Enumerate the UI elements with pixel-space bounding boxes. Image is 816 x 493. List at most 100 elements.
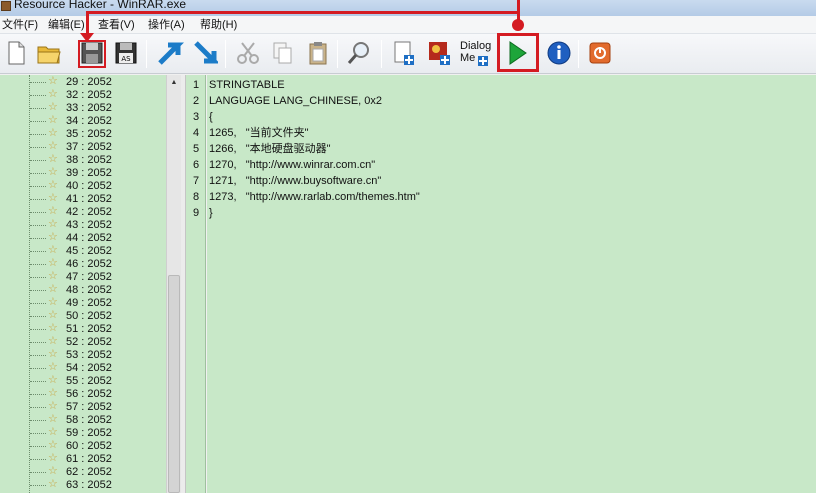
new-button[interactable] <box>0 37 32 69</box>
info-button[interactable] <box>543 37 575 69</box>
tree-item[interactable]: ☆ 57 : 2052 <box>0 400 166 414</box>
tree-branch <box>30 147 46 148</box>
tree-item[interactable]: ☆ 42 : 2052 <box>0 205 166 219</box>
code-line[interactable]: 1266, "本地硬盘驱动器" <box>209 142 331 157</box>
tree-item[interactable]: ☆ 34 : 2052 <box>0 114 166 128</box>
tree-item[interactable]: ☆ 41 : 2052 <box>0 192 166 206</box>
code-line[interactable]: 1265, "当前文件夹" <box>209 126 309 141</box>
tree-branch <box>30 316 46 317</box>
annotation-save-highlight <box>78 40 106 68</box>
export-button[interactable] <box>188 37 220 69</box>
code-line[interactable]: LANGUAGE LANG_CHINESE, 0x2 <box>209 94 382 109</box>
find-button[interactable] <box>343 37 375 69</box>
tree-branch <box>30 355 46 356</box>
line-number: 5 <box>192 143 200 155</box>
tree-item[interactable]: ☆ 58 : 2052 <box>0 413 166 427</box>
tree-item[interactable]: ☆ 50 : 2052 <box>0 309 166 323</box>
paste-button[interactable] <box>302 37 334 69</box>
tree-branch <box>30 420 46 421</box>
star-icon: ☆ <box>48 309 58 321</box>
tree-item[interactable]: ☆ 45 : 2052 <box>0 244 166 258</box>
tree-item[interactable]: ☆ 39 : 2052 <box>0 166 166 180</box>
tree-scrollbar[interactable]: ▲ <box>166 75 181 493</box>
menu-file[interactable]: 文件(F) <box>2 17 38 33</box>
tree-item[interactable]: ☆ 60 : 2052 <box>0 439 166 453</box>
add-resource-button[interactable] <box>388 37 420 69</box>
tree-item[interactable]: ☆ 32 : 2052 <box>0 88 166 102</box>
tree-item[interactable]: ☆ 38 : 2052 <box>0 153 166 167</box>
tree-item[interactable]: ☆ 52 : 2052 <box>0 335 166 349</box>
tree-item-label: 61 : 2052 <box>66 453 112 465</box>
menu-edit[interactable]: 编辑(E) <box>48 17 85 33</box>
annotation-arrow-right <box>517 0 520 20</box>
import-button[interactable] <box>154 37 186 69</box>
star-icon: ☆ <box>48 218 58 230</box>
star-icon: ☆ <box>48 387 58 399</box>
copy-button[interactable] <box>266 37 298 69</box>
star-icon: ☆ <box>48 335 58 347</box>
tree-item[interactable]: ☆ 37 : 2052 <box>0 140 166 154</box>
code-line[interactable]: 1271, "http://www.buysoftware.cn" <box>209 174 381 189</box>
star-icon: ☆ <box>48 244 58 256</box>
code-line[interactable]: } <box>209 206 213 221</box>
resource-tree[interactable]: ☆ 29 : 2052 ☆ 32 : 2052 ☆ 33 : 2052 ☆ 34 : 2052… <box>0 75 166 493</box>
scroll-up-icon[interactable]: ▲ <box>167 75 181 90</box>
tree-item[interactable]: ☆ 54 : 2052 <box>0 361 166 375</box>
tree-item[interactable]: ☆ 44 : 2052 <box>0 231 166 245</box>
tree-item[interactable]: ☆ 48 : 2052 <box>0 283 166 297</box>
tree-branch <box>30 134 46 135</box>
tree-item[interactable]: ☆ 46 : 2052 <box>0 257 166 271</box>
code-line[interactable]: 1273, "http://www.rarlab.com/themes.htm" <box>209 190 420 205</box>
tree-item[interactable]: ☆ 51 : 2052 <box>0 322 166 336</box>
tree-item[interactable]: ☆ 47 : 2052 <box>0 270 166 284</box>
tree-item[interactable]: ☆ 40 : 2052 <box>0 179 166 193</box>
toolbar: AS <box>0 34 816 74</box>
tree-item-label: 58 : 2052 <box>66 414 112 426</box>
line-number: 1 <box>192 79 200 91</box>
code-line[interactable]: STRINGTABLE <box>209 78 285 93</box>
tree-branch <box>30 446 46 447</box>
tree-item[interactable]: ☆ 43 : 2052 <box>0 218 166 232</box>
exit-button[interactable] <box>584 37 616 69</box>
cut-button[interactable] <box>232 37 264 69</box>
tree-branch <box>30 121 46 122</box>
save-as-icon: AS <box>115 42 137 64</box>
code-line[interactable]: 1270, "http://www.winrar.com.cn" <box>209 158 375 173</box>
line-number: 6 <box>192 159 200 171</box>
add-image-button[interactable] <box>424 37 456 69</box>
tree-item[interactable]: ☆ 49 : 2052 <box>0 296 166 310</box>
star-icon: ☆ <box>48 452 58 464</box>
menu-action[interactable]: 操作(A) <box>148 17 185 33</box>
tree-item-label: 49 : 2052 <box>66 297 112 309</box>
save-as-button[interactable]: AS <box>110 37 142 69</box>
star-icon: ☆ <box>48 465 58 477</box>
open-button[interactable] <box>33 37 65 69</box>
tree-item-label: 52 : 2052 <box>66 336 112 348</box>
menu-help[interactable]: 帮助(H) <box>200 17 237 33</box>
tree-branch <box>30 251 46 252</box>
tree-item[interactable]: ☆ 63 : 2052 <box>0 478 166 492</box>
code-line[interactable]: { <box>209 110 213 125</box>
tree-item[interactable]: ☆ 53 : 2052 <box>0 348 166 362</box>
line-number-gutter: 1 2 3 4 5 6 7 8 9 <box>186 75 206 493</box>
script-editor[interactable]: STRINGTABLE LANGUAGE LANG_CHINESE, 0x2{12… <box>207 75 816 493</box>
tree-item[interactable]: ☆ 29 : 2052 <box>0 75 166 89</box>
star-icon: ☆ <box>48 75 58 87</box>
star-icon: ☆ <box>48 270 58 282</box>
tree-item[interactable]: ☆ 59 : 2052 <box>0 426 166 440</box>
tree-item-label: 63 : 2052 <box>66 479 112 491</box>
tree-item[interactable]: ☆ 56 : 2052 <box>0 387 166 401</box>
scroll-thumb[interactable] <box>168 275 180 493</box>
tree-branch <box>30 329 46 330</box>
tree-item[interactable]: ☆ 35 : 2052 <box>0 127 166 141</box>
star-icon: ☆ <box>48 166 58 178</box>
tree-item[interactable]: ☆ 61 : 2052 <box>0 452 166 466</box>
copy-icon <box>273 42 292 64</box>
tree-branch <box>30 394 46 395</box>
line-number: 7 <box>192 175 200 187</box>
tree-item[interactable]: ☆ 33 : 2052 <box>0 101 166 115</box>
tree-item[interactable]: ☆ 62 : 2052 <box>0 465 166 479</box>
tree-item[interactable]: ☆ 55 : 2052 <box>0 374 166 388</box>
menu-view[interactable]: 查看(V) <box>98 17 135 33</box>
open-folder-icon <box>37 46 61 64</box>
